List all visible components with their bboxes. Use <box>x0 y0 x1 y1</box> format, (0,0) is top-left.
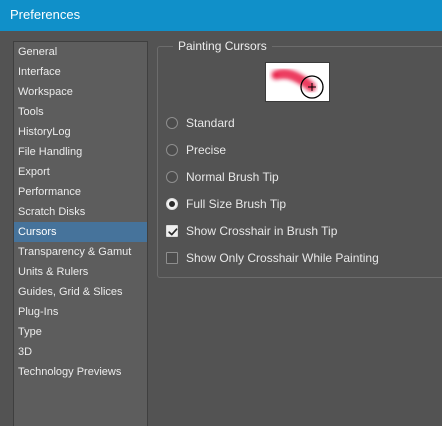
brush-cursor-preview <box>265 62 330 102</box>
painting-cursors-legend: Painting Cursors <box>173 38 272 54</box>
radio-precise-button[interactable] <box>166 144 178 156</box>
sidebar-item-technology-previews[interactable]: Technology Previews <box>14 362 147 382</box>
radio-standard-label[interactable]: Standard <box>186 116 235 131</box>
sidebar-item-3d[interactable]: 3D <box>14 342 147 362</box>
radio-full-size-brush-tip-label[interactable]: Full Size Brush Tip <box>186 197 286 212</box>
sidebar-item-file-handling[interactable]: File Handling <box>14 142 147 162</box>
checkbox-show-crosshair-label[interactable]: Show Crosshair in Brush Tip <box>186 224 337 239</box>
sidebar-item-interface[interactable]: Interface <box>14 62 147 82</box>
checkbox-show-only-crosshair-label[interactable]: Show Only Crosshair While Painting <box>186 251 379 266</box>
sidebar-item-type[interactable]: Type <box>14 322 147 342</box>
brush-stroke-preview-icon <box>271 69 324 99</box>
preferences-category-list[interactable]: General Interface Workspace Tools Histor… <box>13 41 148 426</box>
checkbox-show-only-crosshair-box[interactable] <box>166 252 178 264</box>
sidebar-item-guides-grid-slices[interactable]: Guides, Grid & Slices <box>14 282 147 302</box>
sidebar-item-cursors[interactable]: Cursors <box>14 222 147 242</box>
sidebar-item-export[interactable]: Export <box>14 162 147 182</box>
sidebar-item-tools[interactable]: Tools <box>14 102 147 122</box>
sidebar-item-general[interactable]: General <box>14 42 147 62</box>
checkmark-icon <box>168 228 178 236</box>
window-title: Preferences <box>10 7 81 22</box>
checkbox-show-crosshair-box[interactable] <box>166 225 178 237</box>
radio-standard-button[interactable] <box>166 117 178 129</box>
radio-normal-brush-tip-label[interactable]: Normal Brush Tip <box>186 170 279 185</box>
sidebar-item-units-rulers[interactable]: Units & Rulers <box>14 262 147 282</box>
sidebar-item-scratch-disks[interactable]: Scratch Disks <box>14 202 147 222</box>
radio-precise-label[interactable]: Precise <box>186 143 226 158</box>
title-bar[interactable]: Preferences <box>0 0 442 31</box>
sidebar-item-history-log[interactable]: HistoryLog <box>14 122 147 142</box>
sidebar-item-plug-ins[interactable]: Plug-Ins <box>14 302 147 322</box>
sidebar-item-workspace[interactable]: Workspace <box>14 82 147 102</box>
sidebar-item-performance[interactable]: Performance <box>14 182 147 202</box>
sidebar-item-transparency-gamut[interactable]: Transparency & Gamut <box>14 242 147 262</box>
radio-normal-brush-tip-button[interactable] <box>166 171 178 183</box>
radio-full-size-brush-tip-button[interactable] <box>166 198 178 210</box>
